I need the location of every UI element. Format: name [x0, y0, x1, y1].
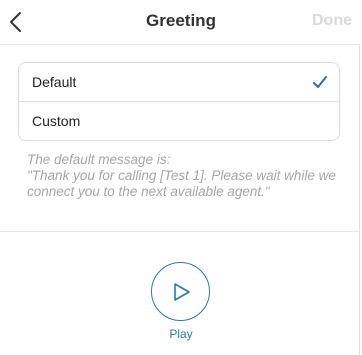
divider	[0, 231, 360, 232]
greeting-screen: Greeting Done Default Custom The default…	[0, 0, 362, 355]
header-bar: Greeting Done	[0, 0, 362, 45]
description-line: "Thank you for calling [Test 1]. Please …	[27, 168, 336, 183]
option-label: Default	[32, 74, 77, 90]
option-custom[interactable]: Custom	[19, 102, 339, 141]
play-button[interactable]	[151, 262, 210, 321]
option-label: Custom	[32, 113, 81, 129]
page-title: Greeting	[146, 11, 216, 30]
description-line: connect you to the next available agent.…	[27, 184, 270, 199]
default-message-description: The default message is: "Thank you for c…	[27, 152, 345, 200]
greeting-options-list: Default Custom	[18, 62, 340, 141]
play-icon	[174, 283, 190, 301]
checkmark-icon	[313, 76, 327, 88]
play-label[interactable]: Play	[151, 327, 211, 341]
option-default[interactable]: Default	[19, 63, 339, 102]
description-line: The default message is:	[27, 152, 171, 167]
done-button[interactable]: Done	[312, 12, 352, 30]
